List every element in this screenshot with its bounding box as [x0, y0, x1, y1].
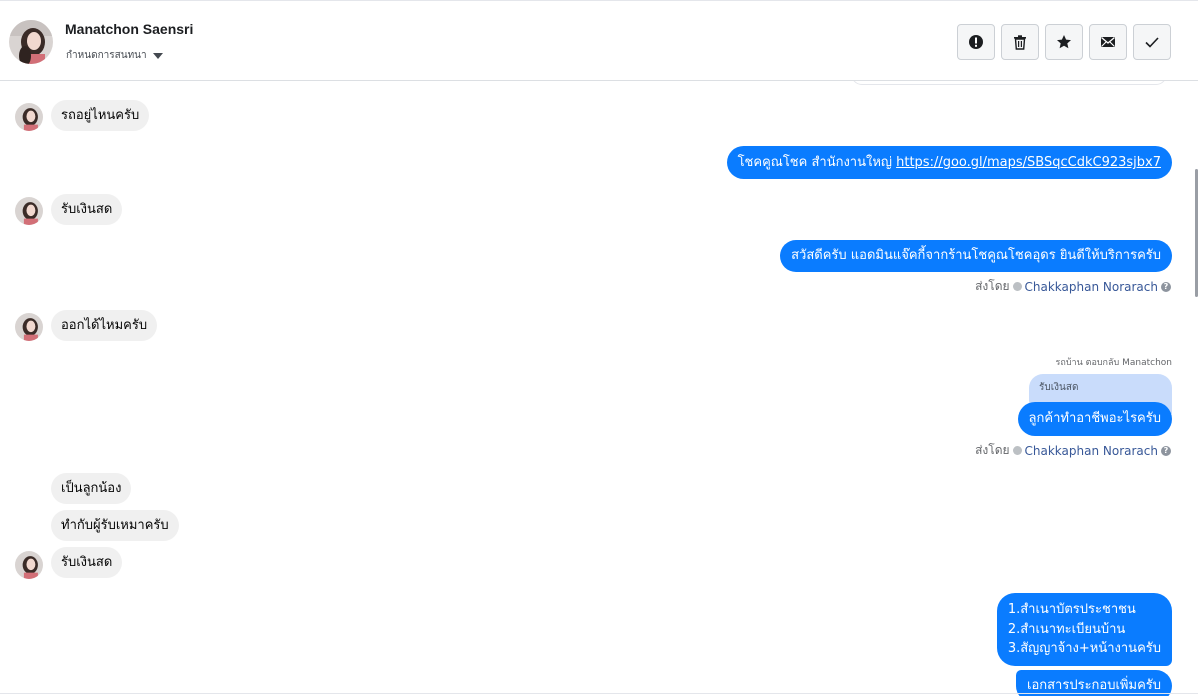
sent-by-prefix: ส่งโดย [975, 443, 1010, 457]
trash-icon [1014, 35, 1026, 50]
report-spam-button[interactable] [957, 24, 995, 60]
incoming-message[interactable]: รับเงินสด [51, 194, 123, 225]
star-button[interactable] [1045, 24, 1083, 60]
incoming-message[interactable]: ทำกับผู้รับเหมาครับ [51, 510, 179, 541]
sent-by-label: ส่งโดย Chakkaphan Norarach ? [975, 441, 1171, 460]
incoming-message[interactable]: รับเงินสด [51, 547, 123, 578]
conversation-toolbar [957, 24, 1171, 60]
avatar[interactable] [9, 20, 53, 64]
agent-name[interactable]: Chakkaphan Norarach [1025, 444, 1158, 458]
conversation-options-dropdown[interactable]: กำหนดการสนทนา [66, 48, 163, 63]
previous-message-bubble [851, 81, 1167, 85]
incoming-message[interactable]: เป็นลูกน้อง [51, 473, 132, 504]
outgoing-message[interactable]: สวัสดีครับ แอดมินแจ๊คกี้จากร้านโชคูณโชคอ… [780, 240, 1172, 272]
message-line: 1.สำเนาบัตรประชาชน [1007, 602, 1136, 617]
sent-by-prefix: ส่งโดย [975, 279, 1010, 293]
message-line: 3.สัญญาจ้าง+หน้างานครับ [1007, 641, 1161, 656]
agent-status-icon [1012, 282, 1022, 291]
message-line: 2.สำเนาทะเบียนบ้าน [1007, 621, 1126, 637]
divider [0, 693, 1198, 694]
mark-done-button[interactable] [1133, 24, 1171, 60]
map-link[interactable]: https://goo.gl/maps/SBSqcCdkC923sjbx7 [896, 155, 1161, 170]
star-icon [1057, 35, 1071, 49]
conversation-options-label: กำหนดการสนทนา [66, 50, 147, 61]
avatar [15, 197, 43, 225]
agent-status-icon [1012, 446, 1022, 455]
incoming-message[interactable]: ออกได้ไหมครับ [51, 310, 158, 341]
avatar [15, 103, 43, 131]
mark-unread-button[interactable] [1089, 24, 1127, 60]
outgoing-message[interactable]: 1.สำเนาบัตรประชาชน 2.สำเนาทะเบียนบ้าน 3.… [996, 593, 1172, 666]
message-thread[interactable]: รถอยู่ไหนครับ โชคคูณโชค สำนักงานใหญ่ htt… [0, 81, 1198, 696]
conversation-header: Manatchon Saensri กำหนดการสนทนา [0, 0, 1198, 81]
envelope-icon [1101, 37, 1115, 47]
reply-indicator: รถบ้าน ตอบกลับ Manatchon [1055, 358, 1172, 368]
avatar [15, 551, 43, 579]
message-text: โชคคูณโชค สำนักงานใหญ่ [737, 155, 897, 170]
avatar [15, 313, 43, 341]
sent-by-label: ส่งโดย Chakkaphan Norarach ? [975, 277, 1171, 296]
contact-name[interactable]: Manatchon Saensri [65, 21, 193, 37]
outgoing-message[interactable]: ลูกค้าทำอาชีพอะไรครับ [1017, 402, 1172, 436]
help-icon[interactable]: ? [1161, 281, 1171, 292]
outgoing-message[interactable]: โชคคูณโชค สำนักงานใหญ่ https://goo.gl/ma… [726, 146, 1172, 179]
caret-down-icon [152, 52, 163, 59]
delete-button[interactable] [1001, 24, 1039, 60]
help-icon[interactable]: ? [1161, 445, 1171, 456]
check-icon [1145, 37, 1159, 48]
exclamation-icon [969, 35, 983, 49]
agent-name[interactable]: Chakkaphan Norarach [1025, 280, 1158, 294]
incoming-message[interactable]: รถอยู่ไหนครับ [51, 100, 150, 131]
